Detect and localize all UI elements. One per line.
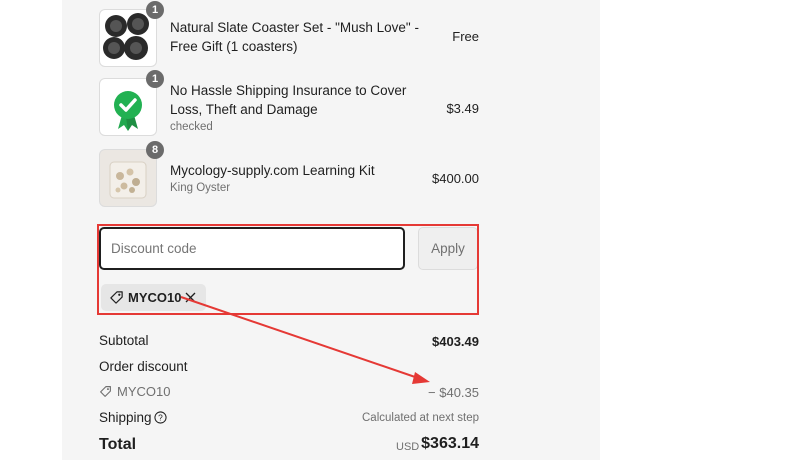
subtotal-value: $403.49: [432, 334, 479, 349]
line-item: 1 Natural Slate Coaster Set - "Mush Love…: [99, 1, 479, 67]
svg-text:?: ?: [158, 413, 163, 423]
shield-check-icon: [114, 91, 142, 131]
shipping-value: Calculated at next step: [362, 412, 479, 424]
quantity-badge: 8: [146, 141, 164, 159]
item-price: Free: [452, 29, 479, 44]
annotation-highlight-box: [97, 224, 479, 315]
help-circle-icon[interactable]: ?: [154, 411, 167, 424]
line-item: 8 Mycology-supply.com Learning Kit King …: [99, 141, 479, 207]
item-price: $400.00: [432, 171, 479, 186]
tag-icon: [100, 386, 111, 397]
line-item: 1 No Hassle Shipping Insurance to Cover …: [99, 70, 479, 138]
item-subtitle: King Oyster: [170, 182, 231, 194]
shipping-label: Shipping: [99, 410, 152, 425]
total-label: Total: [99, 436, 137, 453]
discount-code-label: MYCO10: [117, 384, 171, 399]
order-discount-label: Order discount: [99, 359, 188, 374]
item-subtitle: checked: [170, 121, 213, 133]
product-thumbnail: 1: [99, 1, 164, 67]
total-value: $363.14: [421, 435, 479, 452]
coaster-set-image: [103, 13, 149, 60]
discount-value: − $40.35: [428, 385, 479, 400]
mushroom-kit-image: [109, 161, 147, 199]
quantity-badge: 1: [146, 70, 164, 88]
product-thumbnail: 1: [99, 70, 164, 136]
item-title: No Hassle Shipping Insurance to Cover Lo…: [170, 83, 407, 117]
item-title: Natural Slate Coaster Set - "Mush Love" …: [170, 20, 419, 54]
total-currency: USD: [396, 441, 420, 453]
subtotal-label: Subtotal: [99, 333, 149, 348]
quantity-badge: 1: [146, 1, 164, 19]
item-price: $3.49: [446, 101, 479, 116]
item-title: Mycology-supply.com Learning Kit: [170, 163, 375, 178]
product-thumbnail: 8: [99, 141, 164, 207]
